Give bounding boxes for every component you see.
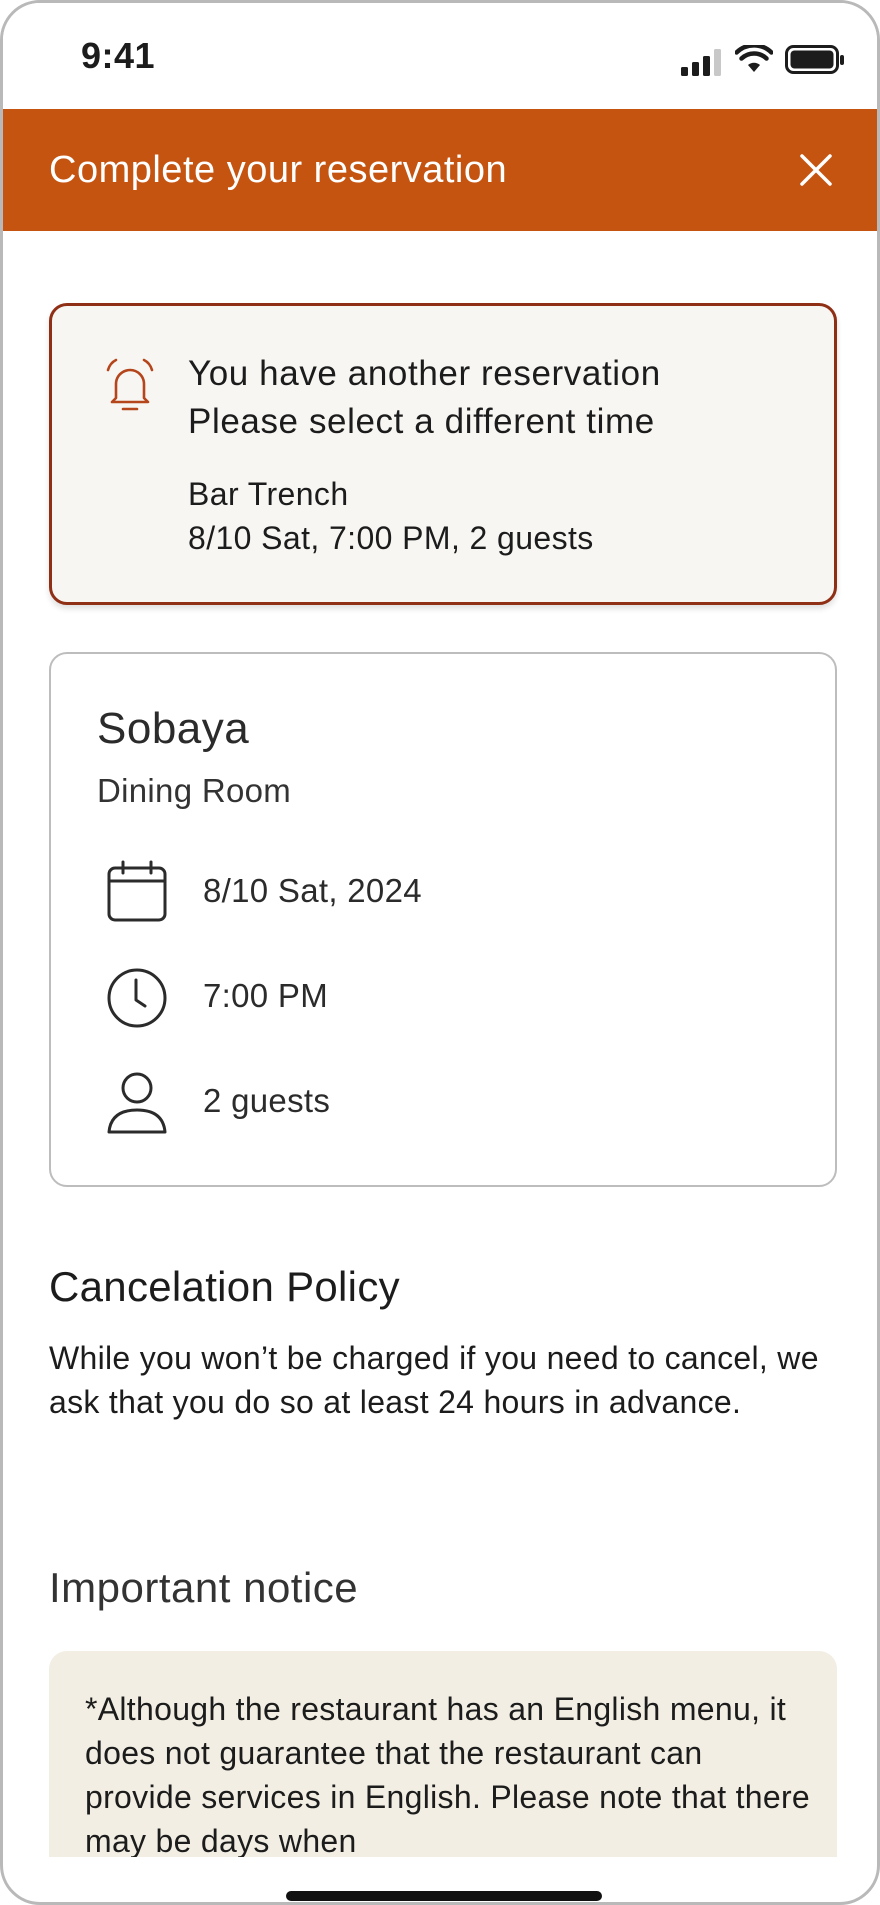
status-time: 9:41 bbox=[81, 35, 156, 76]
conflict-details: 8/10 Sat, 7:00 PM, 2 guests bbox=[188, 520, 594, 556]
status-bar: 9:41 bbox=[3, 3, 877, 109]
important-notice-heading: Important notice bbox=[49, 1564, 359, 1611]
wifi-icon bbox=[735, 45, 773, 72]
bell-alarm-icon bbox=[106, 358, 154, 411]
page-title: Complete your reservation bbox=[49, 149, 508, 191]
cancelation-policy-text: While you won’t be charged if you need t… bbox=[49, 1340, 819, 1420]
phone-frame: 9:41 Complete your reservation You have … bbox=[0, 0, 880, 1905]
reservation-date: 8/10 Sat, 2024 bbox=[203, 872, 422, 909]
important-notice-box: *Although the restaurant has an English … bbox=[49, 1651, 837, 1857]
home-indicator bbox=[286, 1891, 602, 1901]
calendar-icon bbox=[107, 860, 167, 922]
reservation-time: 7:00 PM bbox=[203, 977, 328, 1014]
reservation-guests: 2 guests bbox=[203, 1082, 331, 1119]
reservation-summary-card: Sobaya Dining Room 8/10 Sat, 2024 7:00 P… bbox=[49, 652, 837, 1187]
alert-heading: You have another reservation bbox=[188, 354, 661, 393]
cancelation-policy-heading: Cancelation Policy bbox=[49, 1263, 400, 1310]
header-bar: Complete your reservation bbox=[3, 109, 877, 231]
conflict-alert-card: You have another reservation Please sele… bbox=[49, 303, 837, 605]
room-name: Dining Room bbox=[97, 772, 292, 809]
battery-icon bbox=[785, 45, 844, 74]
conflict-restaurant: Bar Trench bbox=[188, 476, 349, 512]
important-notice-text: *Although the restaurant has an English … bbox=[85, 1691, 811, 1857]
person-icon bbox=[107, 1072, 167, 1134]
restaurant-name: Sobaya bbox=[97, 704, 250, 753]
close-icon bbox=[800, 154, 832, 186]
signal-icon bbox=[681, 49, 721, 76]
close-button[interactable] bbox=[791, 145, 841, 195]
alert-instruction: Please select a different time bbox=[188, 402, 655, 441]
clock-icon bbox=[107, 968, 167, 1028]
